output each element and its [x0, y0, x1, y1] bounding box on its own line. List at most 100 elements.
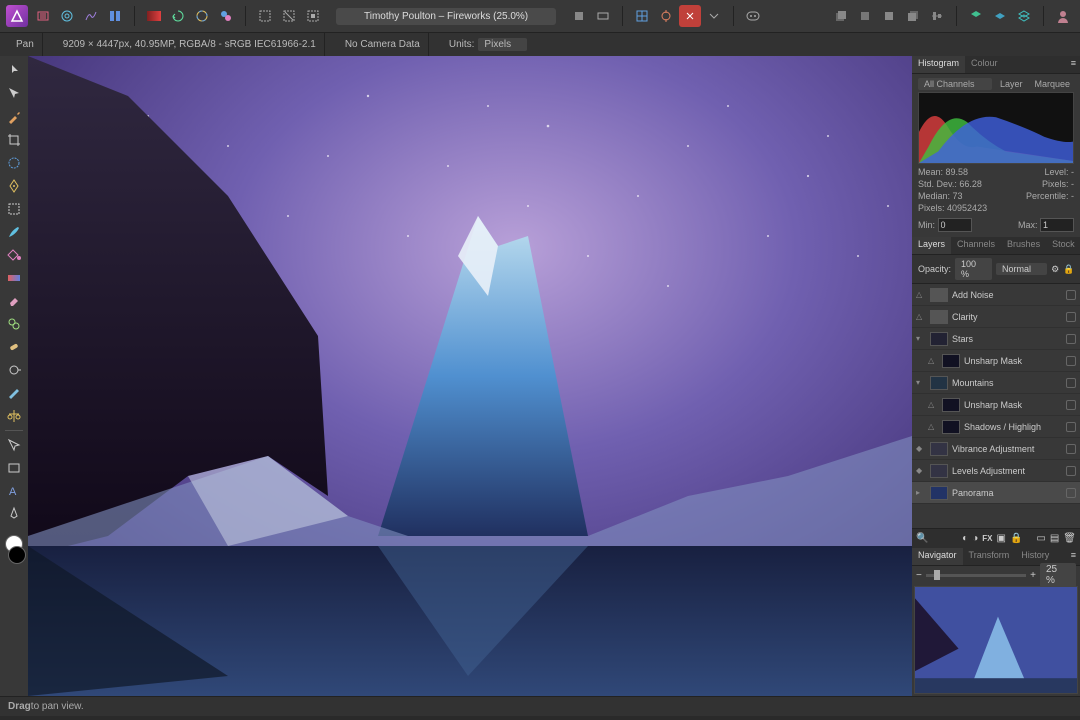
crop-layer-icon[interactable]: ▣ — [996, 533, 1005, 544]
panel-menu-icon[interactable]: ≡ — [1067, 56, 1080, 73]
clone-tool[interactable] — [3, 313, 25, 335]
tab-navigator[interactable]: Navigator — [912, 548, 963, 565]
layer-visibility-toggle[interactable] — [1066, 290, 1076, 300]
move-tool[interactable] — [3, 83, 25, 105]
color-picker-tool[interactable] — [3, 106, 25, 128]
gear-icon[interactable]: ⚙ — [1051, 264, 1059, 275]
text-tool[interactable]: A — [3, 480, 25, 502]
layer-row[interactable]: ◆Levels Adjustment — [912, 460, 1080, 482]
layer-type-icon[interactable]: △ — [916, 312, 926, 321]
paint-brush-tool[interactable] — [3, 221, 25, 243]
layer-row[interactable]: ▸Panorama — [912, 482, 1080, 504]
arrange-backward-icon[interactable] — [854, 5, 876, 27]
add-pixel-layer-icon[interactable]: ▤ — [1050, 533, 1059, 544]
dodge-tool[interactable] — [3, 359, 25, 381]
layer-type-icon[interactable]: ◆ — [916, 444, 926, 453]
zoom-slider[interactable] — [926, 574, 1026, 577]
layer-row[interactable]: ▾Mountains — [912, 372, 1080, 394]
search-layers-icon[interactable]: 🔍 — [916, 533, 928, 544]
swatch-cycle-icon[interactable] — [167, 5, 189, 27]
persona-liquify-icon[interactable] — [56, 5, 78, 27]
pixel-grid-icon[interactable] — [631, 5, 653, 27]
chevron-down-icon[interactable]: ▾ — [916, 378, 926, 387]
snapping-icon[interactable] — [655, 5, 677, 27]
layer-visibility-toggle[interactable] — [1066, 466, 1076, 476]
eyedropper-sync-icon[interactable] — [215, 5, 237, 27]
layer-visibility-toggle[interactable] — [1066, 334, 1076, 344]
select-all-icon[interactable] — [254, 5, 276, 27]
zoom-in-button[interactable]: + — [1030, 570, 1036, 581]
retouch-tool[interactable] — [3, 382, 25, 404]
opacity-value[interactable]: 100 % — [955, 258, 992, 280]
quick-mask-icon[interactable] — [568, 5, 590, 27]
layer-visibility-toggle[interactable] — [1066, 378, 1076, 388]
units-dropdown[interactable]: Pixels — [478, 38, 527, 51]
invert-selection-icon[interactable] — [302, 5, 324, 27]
tab-layers[interactable]: Layers — [912, 237, 951, 254]
mode-layer[interactable]: Layer — [996, 78, 1027, 90]
swatch-red-icon[interactable] — [143, 5, 165, 27]
arrange-back-icon[interactable] — [830, 5, 852, 27]
layer-type-icon[interactable]: △ — [928, 422, 938, 431]
layer-visibility-toggle[interactable] — [1066, 444, 1076, 454]
layer-row[interactable]: △Add Noise — [912, 284, 1080, 306]
layer-type-icon[interactable]: △ — [928, 400, 938, 409]
tab-stock[interactable]: Stock — [1046, 237, 1080, 254]
tab-colour[interactable]: Colour — [965, 56, 1004, 73]
layer-row[interactable]: △Unsharp Mask — [912, 394, 1080, 416]
layer-type-icon[interactable]: △ — [928, 356, 938, 365]
fx-icon[interactable]: FX — [982, 534, 992, 543]
view-tool[interactable] — [3, 60, 25, 82]
layer-visibility-toggle[interactable] — [1066, 400, 1076, 410]
persona-develop-icon[interactable] — [80, 5, 102, 27]
hist-min-input[interactable] — [938, 218, 972, 232]
gradient-tool[interactable] — [3, 267, 25, 289]
layer-visibility-toggle[interactable] — [1066, 422, 1076, 432]
assistant-icon[interactable] — [742, 5, 764, 27]
layer-type-icon[interactable]: ▸ — [916, 488, 926, 497]
layer-type-icon[interactable]: △ — [916, 290, 926, 299]
fill-tool[interactable] — [3, 244, 25, 266]
layer-row[interactable]: △Clarity — [912, 306, 1080, 328]
layer-row[interactable]: △Unsharp Mask — [912, 350, 1080, 372]
layer-visibility-toggle[interactable] — [1066, 356, 1076, 366]
tab-channels[interactable]: Channels — [951, 237, 1001, 254]
heal-tool[interactable] — [3, 336, 25, 358]
delete-layer-icon[interactable]: 🗑 — [1063, 533, 1076, 544]
arrange-forward-icon[interactable] — [878, 5, 900, 27]
app-icon[interactable] — [6, 5, 28, 27]
group-icon[interactable]: ▭ — [1036, 533, 1045, 544]
marquee-tool[interactable] — [3, 198, 25, 220]
zoom-value[interactable]: 25 % — [1040, 563, 1076, 587]
layer-type-icon[interactable]: ◆ — [916, 466, 926, 475]
add-layer-icon[interactable] — [965, 5, 987, 27]
blend-mode-dropdown[interactable]: Normal — [996, 263, 1047, 275]
balance-tool[interactable] — [3, 405, 25, 427]
tab-transform[interactable]: Transform — [963, 548, 1016, 565]
arrange-front-icon[interactable] — [902, 5, 924, 27]
layer-visibility-toggle[interactable] — [1066, 488, 1076, 498]
selection-brush-tool[interactable] — [3, 152, 25, 174]
persona-export-icon[interactable] — [104, 5, 126, 27]
force-pixel-align-icon[interactable] — [679, 5, 701, 27]
add-group-icon[interactable] — [1013, 5, 1035, 27]
layer-row[interactable]: ▾Stars — [912, 328, 1080, 350]
mask-icon[interactable]: ◐ — [962, 533, 968, 544]
mode-marquee[interactable]: Marquee — [1030, 78, 1074, 90]
tab-histogram[interactable]: Histogram — [912, 56, 965, 73]
lock-icon[interactable]: 🔒 — [1063, 264, 1074, 275]
channels-dropdown[interactable]: All Channels — [918, 78, 992, 90]
node-tool[interactable] — [3, 434, 25, 456]
lock-layer-icon[interactable]: 🔒 — [1010, 533, 1022, 544]
persona-photo-icon[interactable] — [32, 5, 54, 27]
canvas[interactable] — [28, 56, 912, 696]
tab-brushes[interactable]: Brushes — [1001, 237, 1046, 254]
settings-dropdown-icon[interactable] — [703, 5, 725, 27]
layer-visibility-toggle[interactable] — [1066, 312, 1076, 322]
navigator-preview[interactable] — [914, 586, 1078, 694]
crop-tool[interactable] — [3, 129, 25, 151]
layer-row[interactable]: △Shadows / Highligh — [912, 416, 1080, 438]
rectangle-tool[interactable] — [3, 457, 25, 479]
background-color[interactable] — [8, 546, 26, 564]
hist-max-input[interactable] — [1040, 218, 1074, 232]
